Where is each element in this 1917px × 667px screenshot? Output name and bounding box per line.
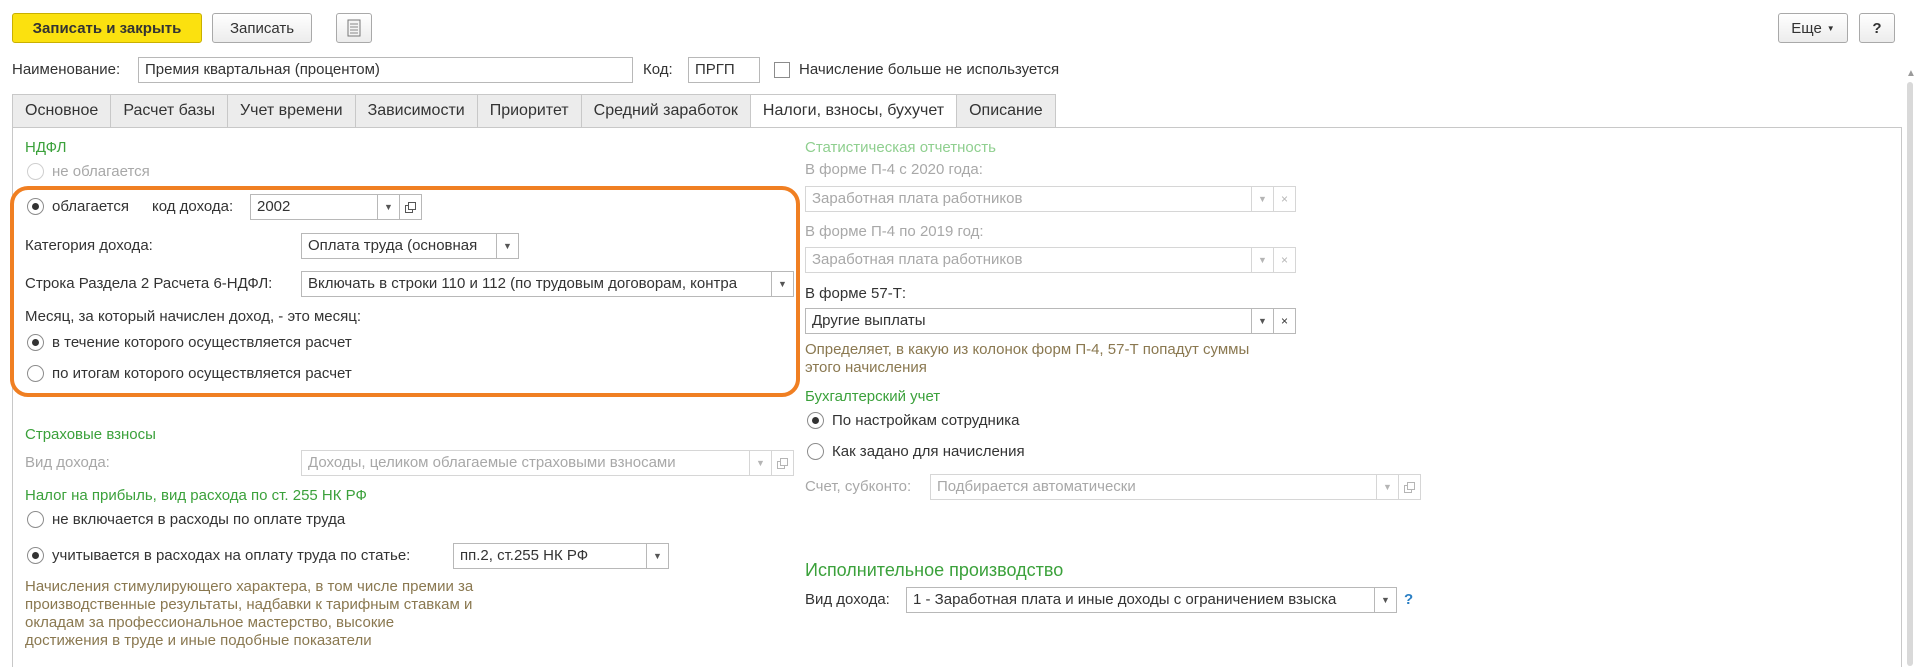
chevron-down-icon[interactable]: ▼ [1252,247,1274,273]
p4-2019-value: Заработная плата работников [805,247,1252,273]
chevron-down-icon[interactable]: ▼ [1377,474,1399,500]
more-label: Еще [1791,19,1822,37]
accounting-title: Бухгалтерский учет [805,388,941,405]
p4-2020-value: Заработная плата работников [805,186,1252,212]
save-and-close-button[interactable]: Записать и закрыть [12,13,202,43]
more-button[interactable]: Еще ▼ [1778,13,1848,43]
profit-tax-title: Налог на прибыль, вид расхода по ст. 255… [25,487,367,504]
ndfl-title: НДФЛ [25,139,67,156]
chevron-down-icon: ▼ [1826,23,1835,33]
p4-2019-label: В форме П-4 по 2019 год: [805,223,984,240]
insurance-income-kind-select[interactable]: Доходы, целиком облагаемые страховыми вз… [301,450,794,476]
chevron-down-icon[interactable]: ▼ [647,543,669,569]
p4-2019-select[interactable]: Заработная плата работников ▼ × [805,247,1296,273]
tab-main[interactable]: Основное [12,94,111,128]
not-taxed-label: не облагается [52,163,150,180]
enforcement-income-kind-label: Вид дохода: [805,591,890,608]
included-label: учитывается в расходах на оплату труда п… [52,547,411,564]
account-value: Подбирается автоматически [930,474,1377,500]
chevron-down-icon[interactable]: ▼ [1252,308,1274,334]
article-select[interactable]: пп.2, ст.255 НК РФ ▼ [453,543,669,569]
open-icon[interactable] [1399,474,1421,500]
tab-time-accounting[interactable]: Учет времени [227,94,355,128]
profit-tax-hint-1: Начисления стимулирующего характера, в т… [25,578,474,595]
scrollbar[interactable]: ▲ [1904,66,1916,666]
clear-icon[interactable]: × [1274,308,1296,334]
statistics-title: Статистическая отчетность [805,139,996,156]
tab-dependencies[interactable]: Зависимости [354,94,477,128]
open-icon[interactable] [772,450,794,476]
f57-label: В форме 57-Т: [805,285,907,302]
statistics-hint-2: этого начисления [805,359,927,376]
tab-taxes[interactable]: Налоги, взносы, бухучет [749,94,957,128]
save-button[interactable]: Записать [212,13,312,43]
statistics-hint-1: Определяет, в какую из колонок форм П-4,… [805,341,1250,358]
code-label: Код: [643,61,673,78]
f57-select[interactable]: Другие выплаты ▼ × [805,308,1296,334]
profit-tax-hint-4: достижения в труде и иные подобные показ… [25,632,372,649]
profit-tax-hint-3: окладам за профессиональное мастерство, … [25,614,395,631]
radio-as-set[interactable] [807,443,824,460]
radio-not-included[interactable] [27,511,44,528]
chevron-down-icon[interactable]: ▼ [750,450,772,476]
insurance-income-kind-value: Доходы, целиком облагаемые страховыми вз… [301,450,750,476]
scrollbar-thumb[interactable] [1907,82,1913,666]
radio-not-taxed[interactable] [27,163,44,180]
name-input[interactable]: Премия квартальная (процентом) [138,57,633,83]
clear-icon[interactable]: × [1274,186,1296,212]
unused-label: Начисление больше не используется [799,61,1060,78]
code-input[interactable]: ПРГП [688,57,760,83]
enforcement-income-kind-select[interactable]: 1 - Заработная плата и иные доходы с огр… [906,587,1397,613]
chevron-down-icon[interactable]: ▼ [1375,587,1397,613]
scroll-up-icon[interactable]: ▲ [1906,68,1916,79]
tab-bar: Основное Расчет базы Учет времени Зависи… [12,94,1056,128]
insurance-income-kind-label: Вид дохода: [25,454,110,471]
article-value: пп.2, ст.255 НК РФ [453,543,647,569]
by-employee-label: По настройкам сотрудника [832,412,1020,429]
enforcement-income-kind-value: 1 - Заработная плата и иные доходы с огр… [906,587,1375,613]
radio-by-employee[interactable] [807,412,824,429]
insurance-title: Страховые взносы [25,426,156,443]
radio-included[interactable] [27,547,44,564]
tab-description[interactable]: Описание [956,94,1056,128]
chevron-down-icon[interactable]: ▼ [1252,186,1274,212]
enforcement-help-icon[interactable]: ? [1404,590,1413,610]
p4-2020-label: В форме П-4 с 2020 года: [805,161,983,178]
tab-base-calculation[interactable]: Расчет базы [110,94,227,128]
as-set-label: Как задано для начисления [832,443,1025,460]
profit-tax-hint-2: производственные результаты, надбавки к … [25,596,473,613]
report-button[interactable] [336,13,372,43]
enforcement-title: Исполнительное производство [805,560,1064,580]
tab-average-earnings[interactable]: Средний заработок [580,94,750,128]
p4-2020-select[interactable]: Заработная плата работников ▼ × [805,186,1296,212]
name-label: Наименование: [12,61,121,78]
document-icon [347,19,361,37]
unused-checkbox[interactable] [774,62,790,78]
not-included-label: не включается в расходы по оплате труда [52,511,346,528]
tab-priority[interactable]: Приоритет [476,94,581,128]
highlight-frame [10,186,800,397]
account-label: Счет, субконто: [805,478,912,495]
account-select[interactable]: Подбирается автоматически ▼ [930,474,1421,500]
f57-value: Другие выплаты [805,308,1252,334]
clear-icon[interactable]: × [1274,247,1296,273]
help-button[interactable]: ? [1859,13,1895,43]
